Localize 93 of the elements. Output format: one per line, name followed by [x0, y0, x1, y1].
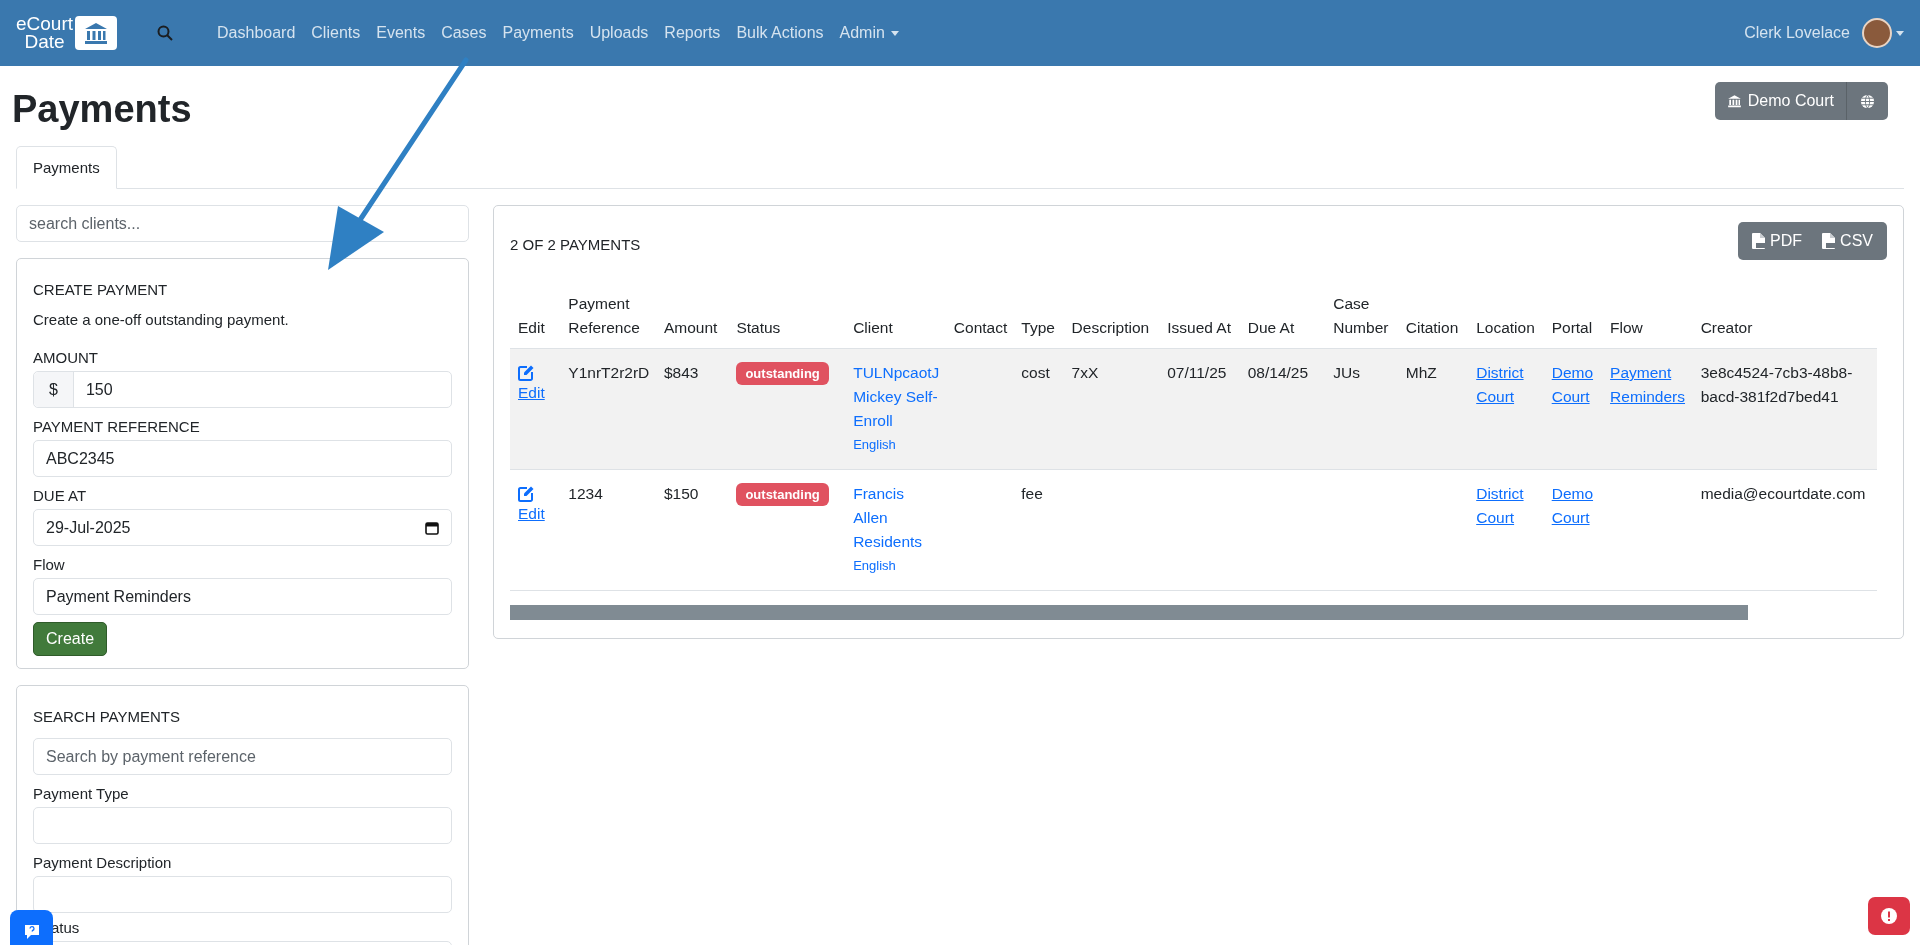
- column-header: Amount: [655, 284, 729, 349]
- portal-link[interactable]: Demo Court: [1551, 482, 1595, 530]
- caret-icon[interactable]: [1896, 30, 1904, 36]
- input-field[interactable]: ABC2345: [33, 440, 452, 477]
- table-cell-text: Y1nrT2r2rD: [568, 363, 648, 383]
- field-label: atus: [50, 918, 81, 938]
- scrollbar[interactable]: [510, 605, 1748, 620]
- input-field[interactable]: [33, 876, 452, 913]
- card-description: Create a one-off outstanding payment.: [33, 310, 290, 330]
- column-header: Portal: [1543, 284, 1603, 349]
- nav-dropdown[interactable]: Admin: [839, 24, 899, 42]
- table-cell-text: cost: [1021, 363, 1051, 383]
- table-cell-text: media@ecourtdate.com: [1700, 484, 1867, 504]
- nav-link[interactable]: Events: [376, 24, 426, 42]
- table-cell-text: fee: [1021, 484, 1044, 504]
- column-header: Status: [728, 284, 846, 349]
- field-label: DUE AT: [33, 486, 88, 506]
- date-field[interactable]: 29-Jul-2025: [33, 509, 452, 546]
- column-header: Client: [845, 284, 946, 349]
- client-link[interactable]: Francis Allen Residents: [853, 482, 938, 554]
- amount-field[interactable]: $ 150: [33, 371, 452, 408]
- column-header: Case Number: [1325, 284, 1398, 349]
- column-header: Flow: [1602, 284, 1693, 349]
- client-link[interactable]: TULNpcaotJ Mickey Self-Enroll: [853, 361, 938, 433]
- field-label: AMOUNT: [33, 348, 99, 368]
- column-header: Description: [1063, 284, 1160, 349]
- nav-link[interactable]: Clients: [311, 24, 361, 42]
- user-name[interactable]: Clerk Lovelace: [1744, 24, 1850, 42]
- column-header: Contact: [945, 284, 1014, 349]
- column-header: Creator: [1692, 284, 1877, 349]
- table-cell-text: 07/11/25: [1167, 363, 1228, 383]
- column-header: Edit: [510, 284, 561, 349]
- edit-icon[interactable]: [518, 365, 534, 381]
- edit-link[interactable]: Edit: [518, 502, 553, 526]
- column-header: Issued At: [1159, 284, 1240, 349]
- nav-link[interactable]: Payments: [502, 24, 574, 42]
- help-chat-button[interactable]: [10, 910, 53, 945]
- export-button[interactable]: PDF: [1746, 232, 1809, 250]
- tab[interactable]: Payments: [16, 146, 117, 189]
- table-cell-text: JUs: [1333, 363, 1361, 383]
- calendar-icon[interactable]: [425, 520, 439, 535]
- column-header: Location: [1468, 284, 1544, 349]
- column-header: Citation: [1397, 284, 1469, 349]
- payments-count: 2 OF 2 PAYMENTS: [510, 236, 641, 253]
- language-button[interactable]: [1847, 82, 1888, 120]
- field-label: Payment Type: [33, 784, 130, 804]
- page-title: Payments: [12, 87, 192, 131]
- status-badge: outstanding: [736, 483, 829, 506]
- status-badge: outstanding: [736, 362, 829, 385]
- nav-link[interactable]: Uploads: [589, 24, 649, 42]
- search-field[interactable]: search clients...: [16, 205, 469, 242]
- input-field[interactable]: Payment Reminders: [33, 578, 452, 615]
- search-icon[interactable]: [157, 25, 174, 41]
- language-label: English: [853, 557, 897, 575]
- language-label: English: [853, 436, 897, 454]
- table-cell-text: 3e8c4524-7cb3-48b8-bacd-381f2d7bed41: [1700, 363, 1854, 407]
- card-title: CREATE PAYMENT: [33, 280, 169, 300]
- edit-icon[interactable]: [518, 486, 534, 502]
- input-field[interactable]: Search by payment reference: [33, 738, 452, 775]
- alert-icon: [1881, 908, 1897, 924]
- column-header: Type: [1013, 284, 1064, 349]
- column-header: Due At: [1239, 284, 1326, 349]
- edit-link[interactable]: Edit: [518, 381, 553, 405]
- avatar[interactable]: [1862, 18, 1892, 48]
- caret-icon: [890, 30, 899, 36]
- table-cell-text: MhZ: [1405, 363, 1438, 383]
- export-button[interactable]: CSV: [1816, 232, 1879, 250]
- alert-button[interactable]: [1868, 897, 1910, 935]
- currency-prefix: $: [34, 372, 74, 407]
- file-icon: [1822, 233, 1836, 249]
- table-cell-text: 08/14/25: [1247, 363, 1310, 383]
- globe-icon: [1860, 93, 1875, 109]
- column-header: Payment Reference: [560, 284, 656, 349]
- courthouse-icon: [1726, 94, 1742, 108]
- table-cell-text: 7xX: [1071, 363, 1100, 383]
- nav-link[interactable]: Cases: [441, 24, 487, 42]
- help-icon: [23, 923, 40, 940]
- create-button[interactable]: Create: [33, 622, 108, 656]
- brand-logo[interactable]: eCourt Date: [16, 15, 118, 51]
- location-link[interactable]: District Court: [1476, 482, 1536, 530]
- table-cell-text: 1234: [568, 484, 604, 504]
- nav-link[interactable]: Reports: [664, 24, 721, 42]
- nav-link[interactable]: Dashboard: [217, 24, 296, 42]
- court-button[interactable]: Demo Court: [1714, 82, 1847, 120]
- file-icon: [1752, 233, 1766, 249]
- input-field[interactable]: [33, 807, 452, 844]
- field-label: Payment Description: [33, 853, 173, 873]
- field-label: Flow: [33, 555, 66, 575]
- nav-link[interactable]: Bulk Actions: [736, 24, 824, 42]
- table-cell-text: $843: [663, 363, 700, 383]
- table-cell-text: $150: [663, 484, 700, 504]
- field-label: PAYMENT REFERENCE: [33, 417, 201, 437]
- card-title: SEARCH PAYMENTS: [33, 707, 181, 727]
